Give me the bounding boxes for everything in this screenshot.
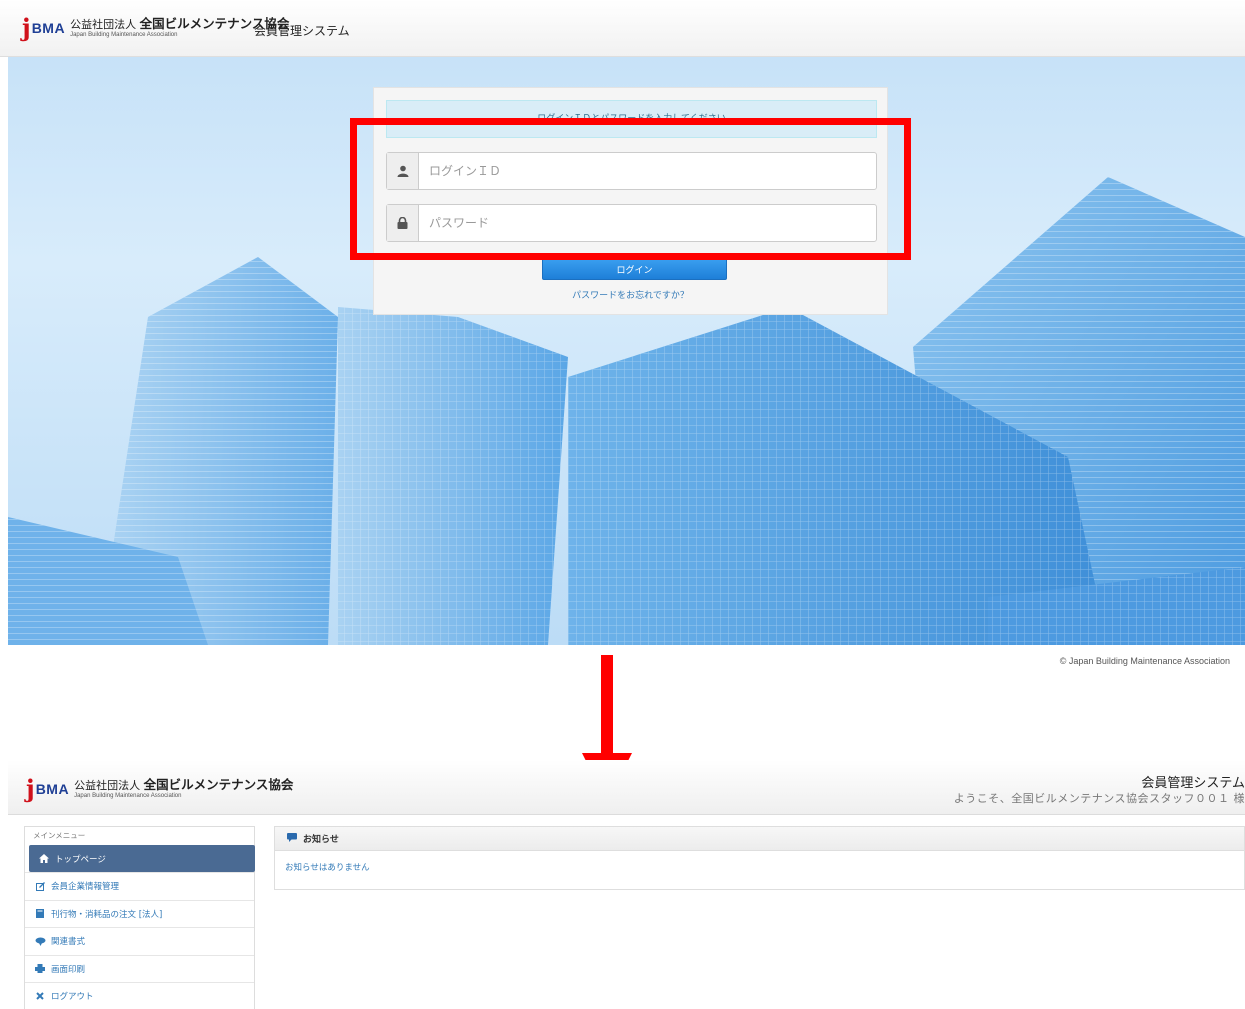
notice-panel: お知らせ お知らせはありません (274, 826, 1245, 890)
sidebar-item-logout[interactable]: ログアウト (25, 982, 254, 1009)
highlight-box (350, 118, 911, 260)
sidebar-item-member-company-info[interactable]: 会員企業情報管理 (25, 872, 254, 900)
print-icon (34, 964, 46, 974)
login-header: j BMA 公益社団法人 全国ビルメンテナンス協会 Japan Building… (0, 0, 1245, 57)
home-icon (38, 854, 50, 863)
sidebar-item-label: 会員企業情報管理 (51, 882, 120, 893)
sidebar-item-label: トップページ (55, 854, 106, 865)
logo-org-main: 全国ビルメンテナンス協会 (143, 776, 294, 792)
sidebar-item-top-page[interactable]: トップページ (29, 845, 255, 872)
close-icon (34, 992, 46, 1000)
sidebar-main-menu: メインメニュー トップページ 会員企業情報管理 刊行物・消耗品の注文 [法人] … (24, 826, 255, 1009)
book-icon (34, 909, 46, 919)
logo-org-name: 公益社団法人 全国ビルメンテナンス協会 (74, 776, 294, 792)
logo-j: j (26, 774, 35, 803)
welcome-message: ようこそ、全国ビルメンテナンス協会スタッフ００１ 様 (953, 792, 1245, 805)
notice-panel-header: お知らせ (275, 827, 1244, 851)
jbma-logo-dashboard: j BMA 公益社団法人 全国ビルメンテナンス協会 Japan Building… (26, 777, 293, 801)
edit-icon (34, 881, 46, 891)
copyright-text: © Japan Building Maintenance Association (1059, 656, 1230, 666)
jbma-logo: j BMA 公益社団法人 全国ビルメンテナンス協会 Japan Building… (22, 16, 289, 40)
comment-icon (287, 832, 297, 845)
cloud-download-icon (34, 937, 46, 946)
sidebar-item-print-screen[interactable]: 画面印刷 (25, 954, 254, 983)
system-title: 会員管理システム (254, 24, 350, 38)
sidebar-item-label: 画面印刷 (51, 964, 86, 975)
logo-text: 公益社団法人 全国ビルメンテナンス協会 Japan Building Maint… (74, 776, 294, 800)
logo-bma: BMA (35, 781, 70, 797)
notice-empty-message: お知らせはありません (285, 863, 370, 873)
notice-title: お知らせ (303, 835, 339, 845)
sidebar-item-label: ログアウト (51, 992, 94, 1003)
sidebar-item-publication-order[interactable]: 刊行物・消耗品の注文 [法人] (25, 899, 254, 928)
login-button[interactable]: ログイン (542, 258, 727, 280)
dashboard-system-title: 会員管理システム (1141, 776, 1245, 791)
logo-bma: BMA (31, 20, 66, 36)
logo-org-prefix: 公益社団法人 (74, 778, 141, 792)
dashboard-header: j BMA 公益社団法人 全国ビルメンテナンス協会 Japan Building… (8, 760, 1245, 815)
page: j BMA 公益社団法人 全国ビルメンテナンス協会 Japan Building… (0, 0, 1245, 1009)
forgot-password-link[interactable]: パスワードをお忘れですか？ (374, 288, 887, 301)
logo-j: j (22, 13, 31, 42)
sidebar-item-label: 関連書式 (51, 937, 86, 948)
sidebar-item-related-forms[interactable]: 関連書式 (25, 927, 254, 955)
sidebar-item-label: 刊行物・消耗品の注文 [法人] (51, 909, 163, 920)
sidebar-heading: メインメニュー (33, 831, 86, 840)
logo-org-en: Japan Building Maintenance Association (74, 793, 182, 800)
logo-org-prefix: 公益社団法人 (70, 17, 137, 31)
